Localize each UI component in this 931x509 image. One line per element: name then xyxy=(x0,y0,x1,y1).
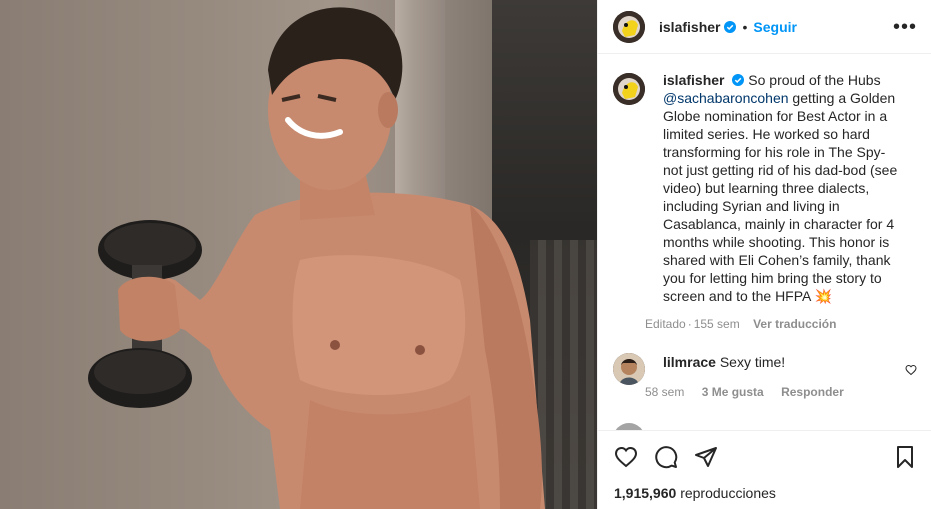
comment-time[interactable]: 58 sem xyxy=(645,385,684,399)
reply-button[interactable]: Responder xyxy=(781,385,844,399)
post-actions: 1,915,960 reproducciones xyxy=(598,430,931,509)
verified-badge-icon xyxy=(732,74,745,86)
comments-list: islafisher So proud of the Hubs @sachaba… xyxy=(598,55,931,430)
explosion-emoji: 💥 xyxy=(814,288,832,304)
comment-heart-icon[interactable] xyxy=(905,363,917,381)
author-username[interactable]: islafisher xyxy=(659,19,720,35)
bookmark-icon[interactable] xyxy=(893,445,917,469)
comment-body: Sexy time! xyxy=(719,354,786,370)
comment-item: lilmrace Sexy time! 58 sem 3 Me gusta Re… xyxy=(613,353,917,399)
share-icon[interactable] xyxy=(694,445,718,469)
commenter-username[interactable]: lilmrace xyxy=(663,354,716,370)
action-icons xyxy=(614,445,917,469)
video-frame-man-with-dumbbell xyxy=(88,7,545,509)
comment-text: lilmrace Sexy time! xyxy=(663,353,893,371)
caption-username[interactable]: islafisher xyxy=(663,72,724,88)
edited-label: Editado xyxy=(645,317,686,331)
more-options-icon[interactable]: ••• xyxy=(893,17,917,37)
comment-likes[interactable]: 3 Me gusta xyxy=(702,385,764,399)
caption-text: islafisher So proud of the Hubs @sachaba… xyxy=(663,71,903,305)
caption: islafisher So proud of the Hubs @sachaba… xyxy=(613,71,917,331)
commenter-avatar[interactable] xyxy=(613,423,645,430)
caption-mention-link[interactable]: @sachabaroncohen xyxy=(663,90,789,106)
caption-after-mention: getting a Golden Globe nomination for Be… xyxy=(663,90,898,304)
follow-button[interactable]: Seguir xyxy=(753,19,797,35)
post-video[interactable] xyxy=(0,0,597,509)
comment-meta: 58 sem 3 Me gusta Responder xyxy=(645,385,893,399)
translate-button[interactable]: Ver traducción xyxy=(753,317,836,331)
author-avatar[interactable] xyxy=(613,10,645,43)
commenter-avatar[interactable] xyxy=(613,353,645,385)
author-avatar[interactable] xyxy=(613,73,645,105)
views-number: 1,915,960 xyxy=(614,485,677,501)
caption-meta: Editado · 155 sem Ver traducción xyxy=(645,317,837,331)
caption-before-mention: So proud of the Hubs xyxy=(748,72,881,88)
heart-icon[interactable] xyxy=(614,445,638,469)
caption-time[interactable]: 155 sem xyxy=(694,317,740,331)
post-header: islafisher • Seguir ••• xyxy=(598,0,931,54)
verified-badge-icon xyxy=(724,20,737,33)
view-count: 1,915,960 reproducciones xyxy=(614,485,917,501)
views-label: reproducciones xyxy=(680,485,776,501)
comment-item-partial xyxy=(613,423,917,430)
separator-dot: • xyxy=(742,18,748,35)
post-side-panel: islafisher • Seguir ••• islafisher So pr… xyxy=(597,0,931,509)
comment-icon[interactable] xyxy=(654,445,678,469)
